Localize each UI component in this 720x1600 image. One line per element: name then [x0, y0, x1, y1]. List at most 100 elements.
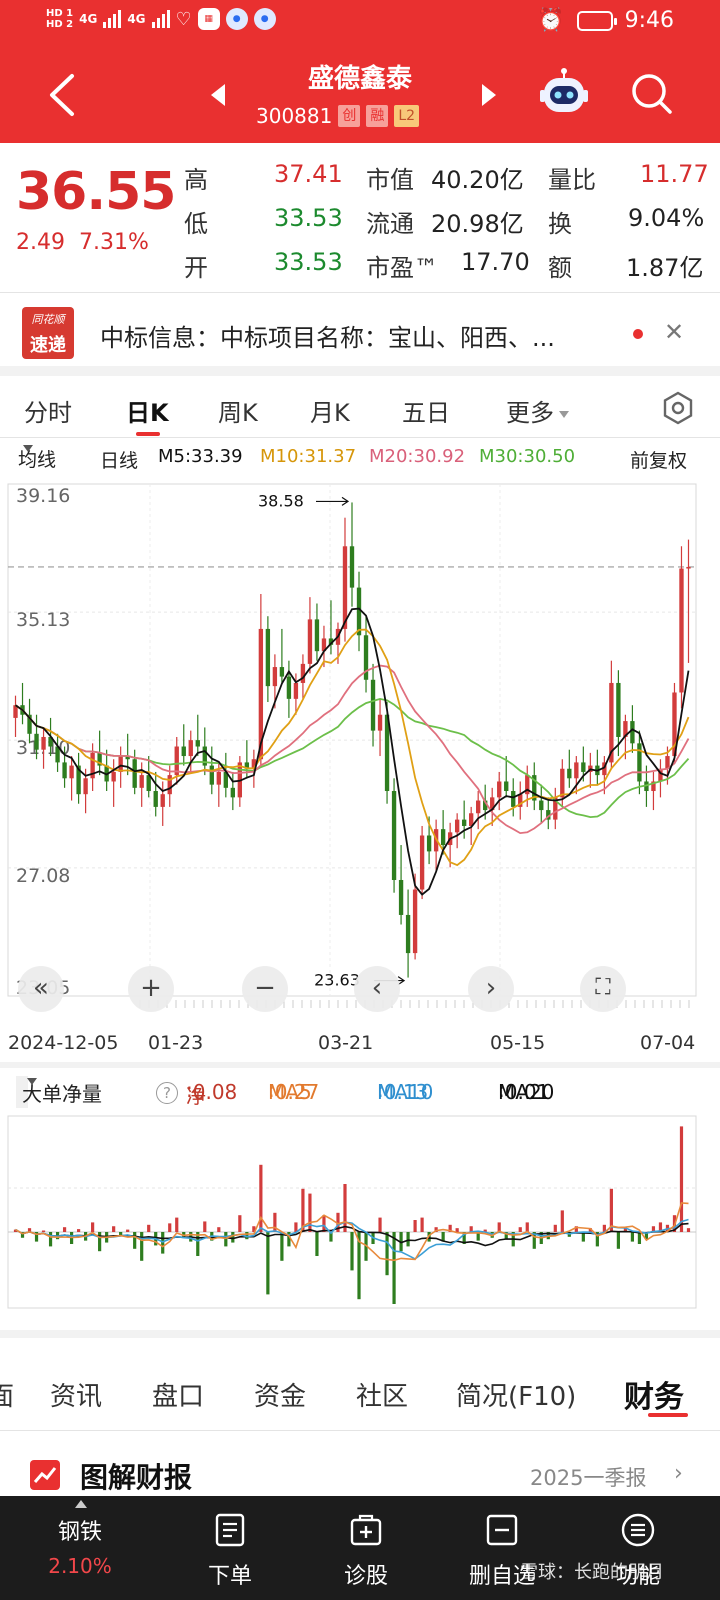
- y-tick-label: 35.13: [16, 609, 70, 631]
- zoom-in-button[interactable]: +: [128, 966, 174, 1012]
- tab-daily-k[interactable]: 日K: [126, 393, 169, 428]
- news-ticker-text[interactable]: 中标信息：中标项目名称：宝山、阳西、...: [100, 318, 555, 353]
- tab-monthly-k[interactable]: 月K: [310, 393, 350, 428]
- candle-body: [342, 546, 348, 629]
- fund-bar: [161, 1232, 165, 1254]
- signal-icon-2: [151, 10, 170, 28]
- report-title: 图解财报: [80, 1461, 193, 1494]
- fast-back-button[interactable]: «: [18, 966, 64, 1012]
- tab-finance[interactable]: 财务: [624, 1372, 684, 1416]
- chevron-right-icon[interactable]: ›: [674, 1461, 683, 1486]
- candle-body: [62, 762, 67, 779]
- fund-bar: [48, 1232, 53, 1247]
- network-type-a: 4G: [79, 12, 98, 26]
- sector-quote[interactable]: 钢铁 2.10%: [30, 1496, 130, 1600]
- menu-icon: [621, 1513, 655, 1547]
- tab-community[interactable]: 社区: [356, 1376, 408, 1413]
- candlestick-chart[interactable]: 39.1635.1331.1027.0823.0538.5823.63: [0, 478, 720, 1030]
- chart-settings-icon[interactable]: [660, 390, 696, 426]
- tab-f10-profile[interactable]: 简况(F10): [456, 1376, 576, 1413]
- tab-five-day[interactable]: 五日: [402, 393, 450, 428]
- last-price: 36.55: [16, 162, 176, 222]
- diagnose-button[interactable]: 诊股: [316, 1496, 416, 1600]
- help-icon[interactable]: ?: [156, 1082, 178, 1104]
- tab-order-book[interactable]: 盘口: [152, 1376, 204, 1413]
- section-gap: [0, 1062, 720, 1068]
- candle-body: [272, 667, 278, 687]
- fund-bar: [455, 1228, 459, 1232]
- fund-ma20-value: MA20:0.01: [498, 1078, 555, 1104]
- fund-bar: [98, 1232, 102, 1252]
- ma20-line: [14, 664, 690, 835]
- x-tick-label: 07-04: [640, 1032, 696, 1054]
- tab-capital[interactable]: 资金: [254, 1376, 306, 1413]
- ma10-line: [14, 628, 690, 867]
- ai-assistant-robot-icon[interactable]: [538, 66, 590, 118]
- fund-bar: [350, 1232, 354, 1271]
- candle-body: [497, 781, 502, 798]
- scroll-left-button[interactable]: ‹: [354, 966, 400, 1012]
- fund-bar: [378, 1217, 382, 1232]
- candle-body: [539, 800, 544, 811]
- tab-more[interactable]: 更多: [506, 393, 569, 428]
- report-period-select[interactable]: 2025一季报: [530, 1462, 646, 1492]
- candle-body: [679, 568, 684, 693]
- divider: [0, 437, 720, 438]
- fund-bar: [518, 1227, 522, 1232]
- fund-bar: [175, 1217, 179, 1232]
- zoom-out-button[interactable]: −: [242, 966, 288, 1012]
- candle-body: [405, 914, 411, 954]
- fund-indicator-select[interactable]: 大单净量: [16, 1076, 102, 1108]
- signal-icon: [103, 10, 122, 28]
- tab-partial[interactable]: 面: [0, 1376, 14, 1413]
- margin-trading-tag: 融: [366, 105, 389, 127]
- order-label: 下单: [207, 1564, 252, 1589]
- tab-weekly-k[interactable]: 周K: [218, 393, 258, 428]
- fund-flow-chart[interactable]: [0, 1112, 720, 1328]
- candle-body: [209, 765, 214, 785]
- candle-body: [230, 787, 235, 798]
- fund-bar: [679, 1126, 684, 1232]
- diagnose-label: 诊股: [343, 1564, 388, 1589]
- x-tick-label: 2024-12-05: [8, 1032, 119, 1054]
- app-notification-icon: ●: [253, 8, 276, 30]
- functions-button[interactable]: 功能: [588, 1496, 688, 1600]
- battery-icon: [576, 10, 617, 31]
- candle-body: [139, 775, 144, 788]
- fund-bar: [203, 1221, 207, 1232]
- change-amount: 2.49: [16, 230, 65, 255]
- alarm-icon: ⏰: [537, 8, 565, 33]
- period-label: 日线: [100, 450, 139, 472]
- candle-body: [279, 667, 285, 677]
- clock-time: 9:46: [624, 8, 674, 33]
- price-adjust-select[interactable]: 前复权: [630, 446, 687, 473]
- fund-bar: [126, 1229, 130, 1232]
- candle-body: [426, 835, 432, 852]
- app-header: HD 1 HD 2 4G 4G ♡ ▦ ● ● ⏰ 9:46 盛德鑫泰 30088…: [0, 0, 720, 143]
- fund-bar: [525, 1222, 529, 1232]
- order-button[interactable]: 下单: [180, 1496, 280, 1600]
- scroll-right-button[interactable]: ›: [468, 966, 514, 1012]
- remove-watchlist-button[interactable]: 删自选: [452, 1496, 552, 1600]
- candle-body: [41, 736, 46, 750]
- order-form-icon: [215, 1513, 245, 1547]
- close-icon[interactable]: ✕: [664, 318, 684, 346]
- watermark: 雪球：长跑的朋月: [520, 1562, 664, 1583]
- expand-up-icon[interactable]: [75, 1500, 87, 1508]
- tab-intraday[interactable]: 分时: [24, 393, 72, 428]
- fund-bar: [315, 1232, 319, 1256]
- search-icon[interactable]: [628, 70, 674, 116]
- fund-bar: [273, 1212, 277, 1232]
- fund-bar: [231, 1232, 235, 1243]
- app-notification-icon: ▦: [197, 8, 220, 30]
- fund-ma10-value: MA10:0.13: [377, 1078, 434, 1104]
- candle-body: [167, 775, 172, 795]
- next-stock-icon[interactable]: [482, 84, 496, 106]
- fullscreen-button[interactable]: ⛶: [580, 966, 626, 1012]
- fund-bar: [637, 1232, 642, 1244]
- fund-bar: [266, 1232, 270, 1295]
- tab-news[interactable]: 资讯: [50, 1376, 102, 1413]
- candle-body: [454, 819, 460, 833]
- sector-change: 2.10%: [48, 1554, 112, 1578]
- bottom-toolbar: 钢铁 2.10% 下单 诊股 删自选 功能: [0, 1496, 720, 1600]
